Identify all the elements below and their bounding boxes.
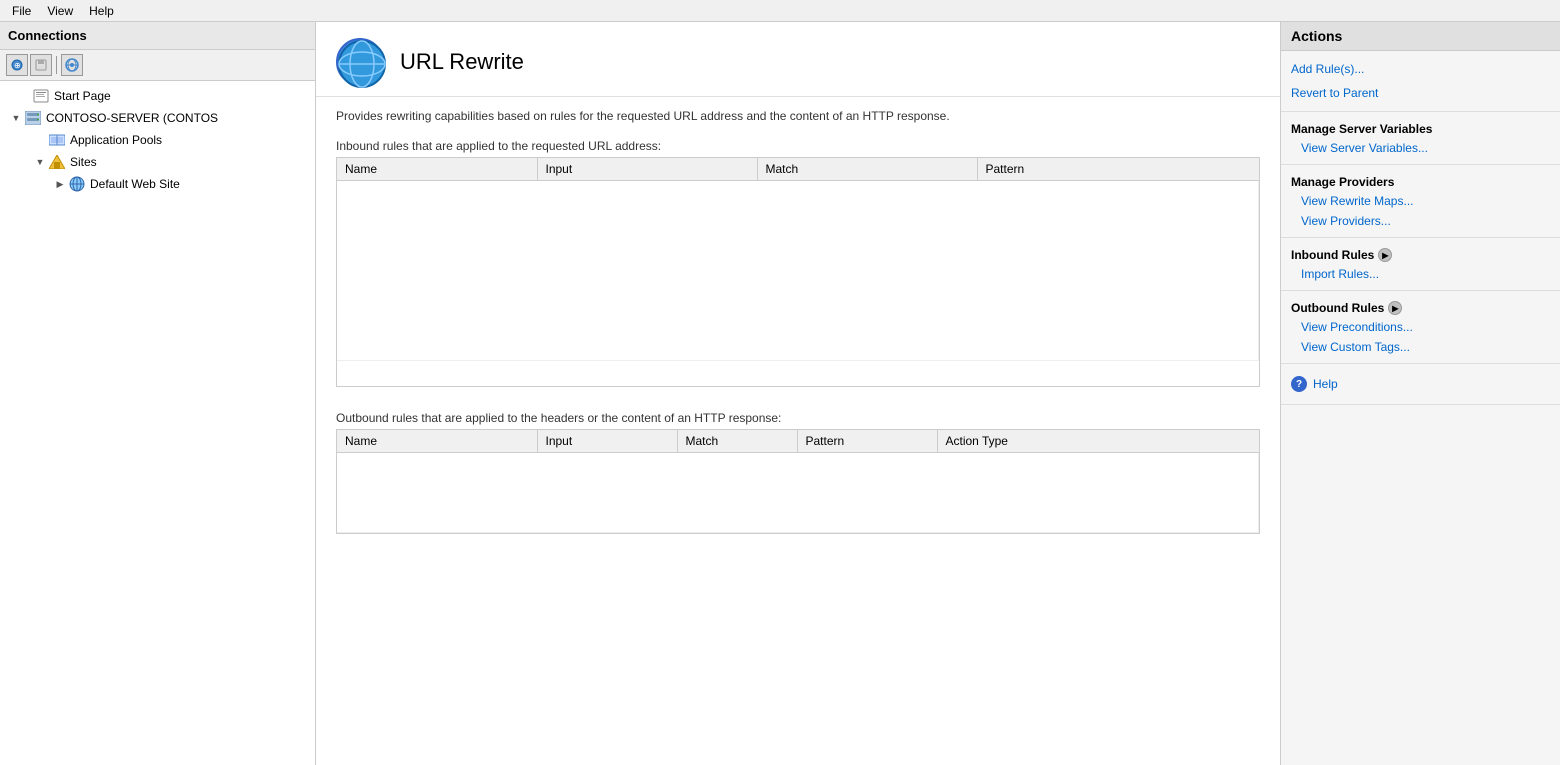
outbound-col-action: Action Type xyxy=(937,430,1259,453)
outbound-table: Name Input Match Pattern Action Type xyxy=(337,430,1259,533)
default-site-expand[interactable]: ▶ xyxy=(52,176,68,192)
outbound-col-pattern: Pattern xyxy=(797,430,937,453)
main-layout: Connections ⊕ Start Page xyxy=(0,22,1560,765)
revert-link[interactable]: Revert to Parent xyxy=(1281,81,1560,105)
menu-file[interactable]: File xyxy=(4,2,39,20)
help-link[interactable]: ? Help xyxy=(1281,370,1560,398)
inbound-table-container: Name Input Match Pattern xyxy=(336,157,1260,387)
default-site-label: Default Web Site xyxy=(90,177,180,191)
inbound-col-match: Match xyxy=(757,158,977,181)
server-expand[interactable]: ▼ xyxy=(8,110,24,126)
toolbar-back-btn[interactable]: ⊕ xyxy=(6,54,28,76)
manage-server-vars-title: Manage Server Variables xyxy=(1281,118,1560,138)
outbound-col-match: Match xyxy=(677,430,797,453)
sites-label: Sites xyxy=(70,155,97,169)
outbound-rules-title: Outbound Rules ▶ xyxy=(1281,297,1560,317)
outbound-table-container: Name Input Match Pattern Action Type xyxy=(336,429,1260,534)
apppools-icon xyxy=(48,131,66,149)
menu-view[interactable]: View xyxy=(39,2,81,20)
add-rules-link[interactable]: Add Rule(s)... xyxy=(1281,57,1560,81)
content-title: URL Rewrite xyxy=(400,49,524,75)
tree-item-start-page[interactable]: Start Page xyxy=(0,85,315,107)
view-rewrite-maps-link[interactable]: View Rewrite Maps... xyxy=(1281,191,1560,211)
manage-server-vars-group: Manage Server Variables View Server Vari… xyxy=(1281,112,1560,165)
outbound-rules-title-text: Outbound Rules xyxy=(1291,301,1384,315)
view-preconditions-link[interactable]: View Preconditions... xyxy=(1281,317,1560,337)
svg-text:⊕: ⊕ xyxy=(14,61,21,70)
inbound-col-input: Input xyxy=(537,158,757,181)
tree-item-apppools[interactable]: Application Pools xyxy=(0,129,315,151)
outbound-rules-group: Outbound Rules ▶ View Preconditions... V… xyxy=(1281,291,1560,364)
sidebar-tree: Start Page ▼ CONTOSO-SERVER (CONTOS Appl… xyxy=(0,81,315,765)
view-providers-link[interactable]: View Providers... xyxy=(1281,211,1560,231)
inbound-rules-title: Inbound Rules ▶ xyxy=(1281,244,1560,264)
inbound-rules-arrow[interactable]: ▶ xyxy=(1378,248,1392,262)
content-body: Provides rewriting capabilities based on… xyxy=(316,97,1280,765)
outbound-section-label: Outbound rules that are applied to the h… xyxy=(316,403,1280,429)
inbound-table: Name Input Match Pattern xyxy=(337,158,1259,361)
start-page-expand xyxy=(16,88,32,104)
tree-item-sites[interactable]: ▼ Sites xyxy=(0,151,315,173)
start-page-label: Start Page xyxy=(54,89,111,103)
outbound-rules-arrow[interactable]: ▶ xyxy=(1388,301,1402,315)
apppools-label: Application Pools xyxy=(70,133,162,147)
start-page-icon xyxy=(32,87,50,105)
inbound-col-name: Name xyxy=(337,158,537,181)
tree-item-server[interactable]: ▼ CONTOSO-SERVER (CONTOS xyxy=(0,107,315,129)
outbound-col-input: Input xyxy=(537,430,677,453)
actions-top-group: Add Rule(s)... Revert to Parent xyxy=(1281,51,1560,112)
manage-providers-group: Manage Providers View Rewrite Maps... Vi… xyxy=(1281,165,1560,238)
inbound-scroll-area[interactable]: Name Input Match Pattern xyxy=(337,158,1259,386)
sidebar-header: Connections xyxy=(0,22,315,50)
inbound-rules-title-text: Inbound Rules xyxy=(1291,248,1374,262)
inbound-scrollbar[interactable]: ◀ ▶ xyxy=(337,386,1259,387)
inbound-empty-row xyxy=(337,181,1259,361)
inbound-section-label: Inbound rules that are applied to the re… xyxy=(316,131,1280,157)
actions-panel: Actions Add Rule(s)... Revert to Parent … xyxy=(1280,22,1560,765)
actions-header: Actions xyxy=(1281,22,1560,51)
manage-providers-title: Manage Providers xyxy=(1281,171,1560,191)
toolbar-save-btn[interactable] xyxy=(30,54,52,76)
menu-bar: File View Help xyxy=(0,0,1560,22)
toolbar-sep xyxy=(56,56,57,74)
sites-expand[interactable]: ▼ xyxy=(32,154,48,170)
default-site-icon xyxy=(68,175,86,193)
sidebar: Connections ⊕ Start Page xyxy=(0,22,316,765)
help-icon: ? xyxy=(1291,376,1307,392)
sidebar-toolbar: ⊕ xyxy=(0,50,315,81)
content-description: Provides rewriting capabilities based on… xyxy=(316,97,1280,131)
menu-help[interactable]: Help xyxy=(81,2,122,20)
url-rewrite-icon xyxy=(336,38,384,86)
toolbar-connect-btn[interactable] xyxy=(61,54,83,76)
inbound-col-pattern: Pattern xyxy=(977,158,1259,181)
tree-item-default-site[interactable]: ▶ Default Web Site xyxy=(0,173,315,195)
server-label: CONTOSO-SERVER (CONTOS xyxy=(46,111,218,125)
content-area: URL Rewrite Provides rewriting capabilit… xyxy=(316,22,1280,765)
inbound-rules-group: Inbound Rules ▶ Import Rules... xyxy=(1281,238,1560,291)
apppools-expand xyxy=(32,132,48,148)
view-custom-tags-link[interactable]: View Custom Tags... xyxy=(1281,337,1560,357)
help-group: ? Help xyxy=(1281,364,1560,405)
sites-icon xyxy=(48,153,66,171)
server-icon xyxy=(24,109,42,127)
import-rules-link[interactable]: Import Rules... xyxy=(1281,264,1560,284)
content-header: URL Rewrite xyxy=(316,22,1280,97)
outbound-col-name: Name xyxy=(337,430,537,453)
view-server-vars-link[interactable]: View Server Variables... xyxy=(1281,138,1560,158)
help-label: Help xyxy=(1313,377,1338,391)
outbound-empty-row xyxy=(337,453,1259,533)
